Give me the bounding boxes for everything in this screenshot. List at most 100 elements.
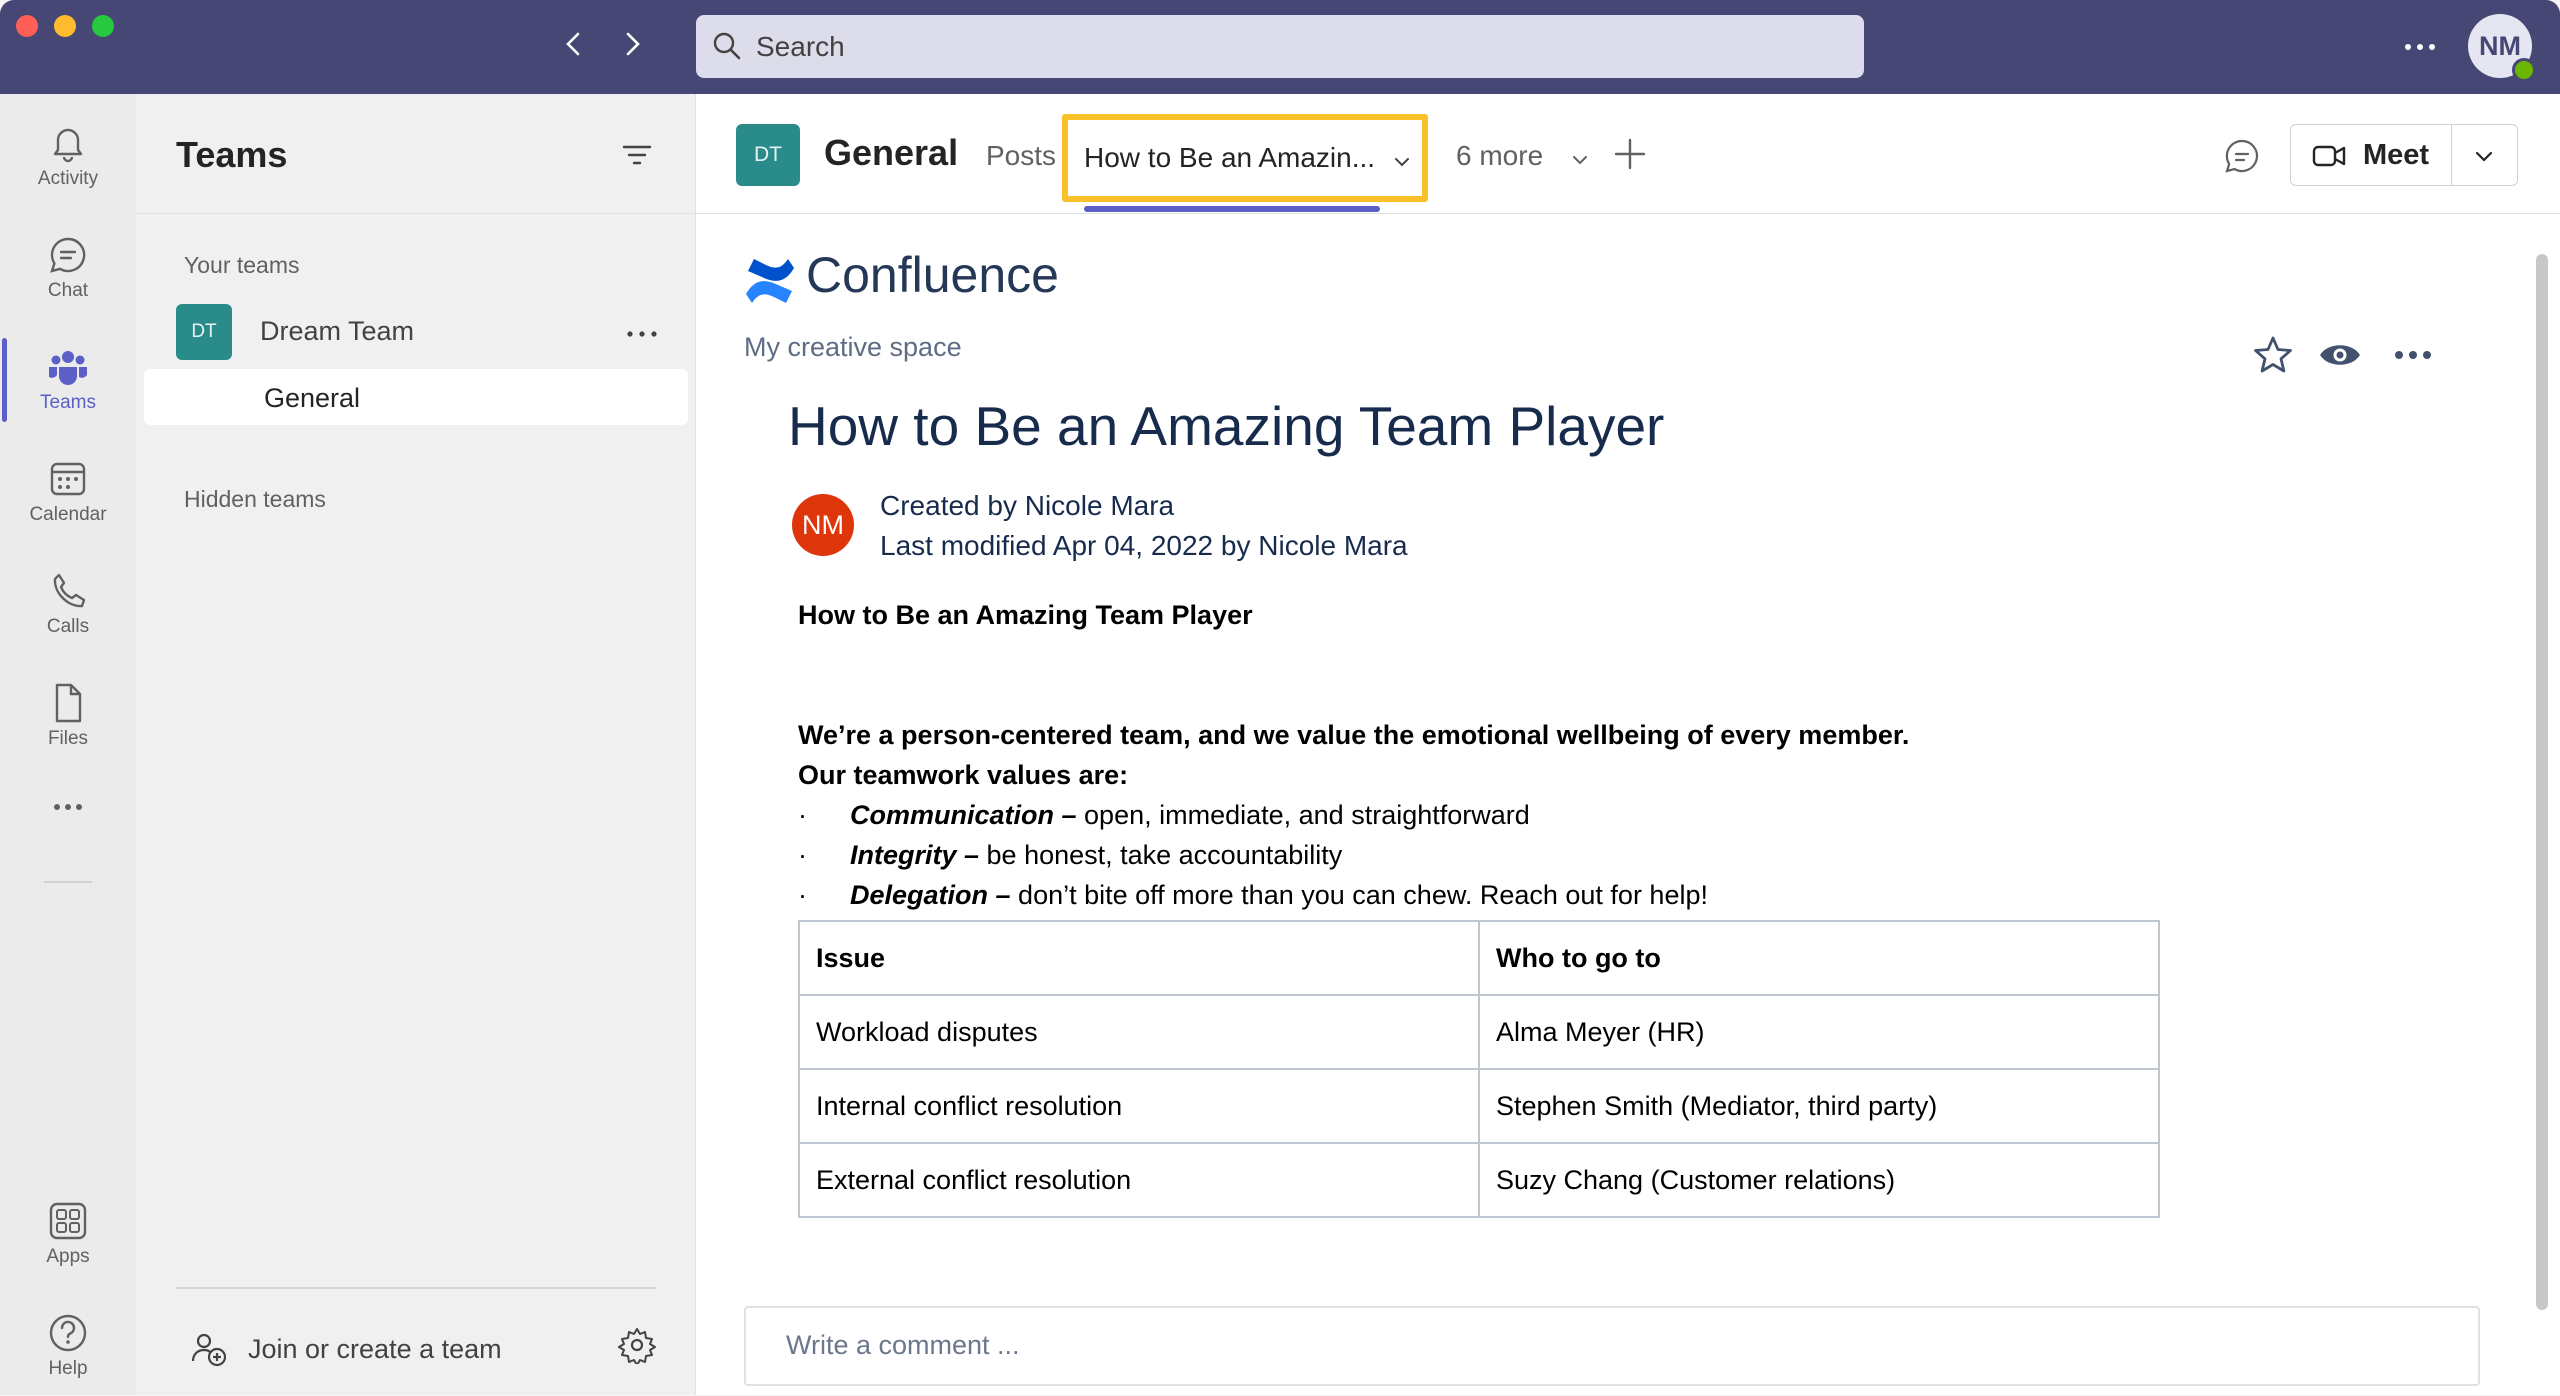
meet-button[interactable]: Meet bbox=[2290, 124, 2518, 186]
bell-icon bbox=[53, 128, 83, 163]
scrollbar[interactable] bbox=[2536, 254, 2548, 1310]
chevron-down-icon[interactable] bbox=[1392, 152, 1412, 172]
more-options-icon[interactable] bbox=[2392, 346, 2434, 364]
rail-teams[interactable]: Teams bbox=[0, 326, 136, 430]
rail-help[interactable]: Help bbox=[0, 1292, 136, 1396]
video-camera-icon bbox=[2311, 139, 2347, 173]
table-cell: Suzy Chang (Customer relations) bbox=[1477, 1142, 2161, 1218]
table-cell: Stephen Smith (Mediator, third party) bbox=[1477, 1068, 2161, 1144]
add-people-icon bbox=[190, 1330, 228, 1368]
tab-more[interactable]: 6 more bbox=[1456, 140, 1587, 172]
rail-calendar[interactable]: Calendar bbox=[0, 438, 136, 542]
rail-label: Activity bbox=[37, 168, 99, 189]
profile-initials: NM bbox=[2479, 30, 2521, 61]
table-row: External conflict resolution Suzy Chang … bbox=[798, 1142, 2161, 1218]
close-window-button[interactable] bbox=[16, 15, 38, 37]
tab-more-label: 6 more bbox=[1456, 140, 1544, 171]
minimize-window-button[interactable] bbox=[54, 15, 76, 37]
add-tab-icon[interactable] bbox=[1612, 136, 1648, 172]
rail-label: Calls bbox=[46, 616, 90, 637]
confluence-logo-icon bbox=[744, 256, 796, 306]
team-logo: DT bbox=[176, 304, 232, 360]
value-term: Communication – bbox=[850, 800, 1077, 830]
tab-label: How to Be an Amazin... bbox=[1084, 142, 1376, 173]
rail-label: Chat bbox=[47, 280, 89, 301]
active-tab-indicator bbox=[1084, 206, 1380, 212]
star-icon[interactable] bbox=[2252, 334, 2294, 376]
table-cell: Internal conflict resolution bbox=[798, 1068, 1480, 1144]
zoom-window-button[interactable] bbox=[92, 15, 114, 37]
main-content: DT General Posts How to Be an Amazin... … bbox=[696, 94, 2560, 1395]
rail-more-apps[interactable] bbox=[0, 784, 136, 844]
join-or-create-team-button[interactable]: Join or create a team bbox=[190, 1322, 670, 1378]
app-rail: Activity Chat Teams Calendar Calls Files… bbox=[0, 94, 136, 1395]
rail-label: Teams bbox=[40, 392, 96, 413]
rail-label: Apps bbox=[46, 1246, 90, 1267]
channel-header: DT General Posts How to Be an Amazin... … bbox=[696, 94, 2560, 214]
table-row: Internal conflict resolution Stephen Smi… bbox=[798, 1068, 2161, 1144]
table-cell: Alma Meyer (HR) bbox=[1477, 994, 2161, 1070]
rail-activity[interactable]: Activity bbox=[0, 102, 136, 206]
table-header-row: Issue Who to go to bbox=[798, 920, 2161, 996]
rail-calls[interactable]: Calls bbox=[0, 550, 136, 654]
created-by: Created by Nicole Mara bbox=[880, 490, 1175, 521]
chat-icon bbox=[50, 237, 86, 273]
table-row: Workload disputes Alma Meyer (HR) bbox=[798, 994, 2161, 1070]
conversation-icon[interactable] bbox=[2222, 136, 2262, 176]
table-header-cell: Issue bbox=[798, 920, 1480, 996]
tab-posts[interactable]: Posts bbox=[986, 140, 1056, 172]
file-icon bbox=[55, 683, 82, 723]
filter-icon[interactable] bbox=[620, 138, 654, 172]
channel-item-general[interactable]: General bbox=[144, 369, 688, 425]
search-input[interactable]: Search bbox=[696, 15, 1864, 78]
value-term: Integrity – bbox=[850, 840, 980, 870]
meet-label: Meet bbox=[2363, 139, 2430, 171]
meet-button-divider bbox=[2451, 125, 2452, 185]
channel-team-logo: DT bbox=[736, 124, 800, 186]
author-avatar[interactable]: NM bbox=[792, 494, 854, 556]
calendar-icon bbox=[50, 462, 86, 496]
confluence-brand: Confluence bbox=[806, 247, 1059, 303]
teams-pane: Teams Your teams DT Dream Team General H… bbox=[136, 94, 696, 1395]
apps-icon bbox=[49, 1202, 87, 1240]
chevron-down-icon[interactable] bbox=[2473, 145, 2495, 167]
value-desc: don’t bite off more than you can chew. R… bbox=[1010, 880, 1708, 910]
rail-chat[interactable]: Chat bbox=[0, 214, 136, 318]
rail-divider bbox=[44, 881, 92, 883]
space-breadcrumb[interactable]: My creative space bbox=[744, 332, 962, 363]
phone-icon bbox=[53, 573, 86, 608]
rail-label: Calendar bbox=[29, 504, 107, 525]
rail-apps[interactable]: Apps bbox=[0, 1180, 136, 1284]
body-intro: We’re a person-centered team, and we val… bbox=[798, 720, 1910, 750]
tab-confluence-page[interactable]: How to Be an Amazin... bbox=[1062, 114, 1428, 202]
value-desc: be honest, take accountability bbox=[979, 840, 1343, 870]
contacts-table: Issue Who to go to Workload disputes Alm… bbox=[798, 920, 2161, 1218]
presence-available-icon bbox=[2512, 58, 2536, 82]
more-icon bbox=[54, 804, 82, 810]
rail-label: Files bbox=[47, 728, 89, 749]
back-arrow-icon[interactable] bbox=[558, 28, 590, 60]
search-icon bbox=[712, 31, 742, 61]
gear-icon[interactable] bbox=[618, 1326, 656, 1364]
your-teams-label: Your teams bbox=[184, 252, 300, 278]
value-term: Delegation – bbox=[850, 880, 1011, 910]
team-more-options-icon[interactable] bbox=[622, 322, 662, 346]
page-title: How to Be an Amazing Team Player bbox=[788, 395, 1665, 457]
comment-placeholder: Write a comment ... bbox=[786, 1330, 1020, 1360]
profile-avatar[interactable]: NM bbox=[2468, 14, 2536, 82]
list-item: · Integrity – be honest, take accountabil… bbox=[798, 840, 1342, 871]
join-label: Join or create a team bbox=[248, 1334, 502, 1364]
comment-input[interactable]: Write a comment ... bbox=[744, 1306, 2480, 1386]
forward-arrow-icon[interactable] bbox=[616, 28, 648, 60]
rail-files[interactable]: Files bbox=[0, 662, 136, 766]
title-bar: Search NM bbox=[0, 0, 2560, 94]
watch-eye-icon[interactable] bbox=[2318, 336, 2362, 374]
help-icon bbox=[49, 1314, 87, 1352]
teams-pane-title: Teams bbox=[176, 134, 288, 175]
table-header-cell: Who to go to bbox=[1477, 920, 2161, 996]
table-cell: External conflict resolution bbox=[798, 1142, 1480, 1218]
more-options-icon[interactable] bbox=[2400, 30, 2440, 64]
team-item-dream-team[interactable]: DT Dream Team bbox=[176, 304, 684, 364]
hidden-teams-label[interactable]: Hidden teams bbox=[184, 486, 326, 513]
bullet: · bbox=[798, 840, 807, 870]
